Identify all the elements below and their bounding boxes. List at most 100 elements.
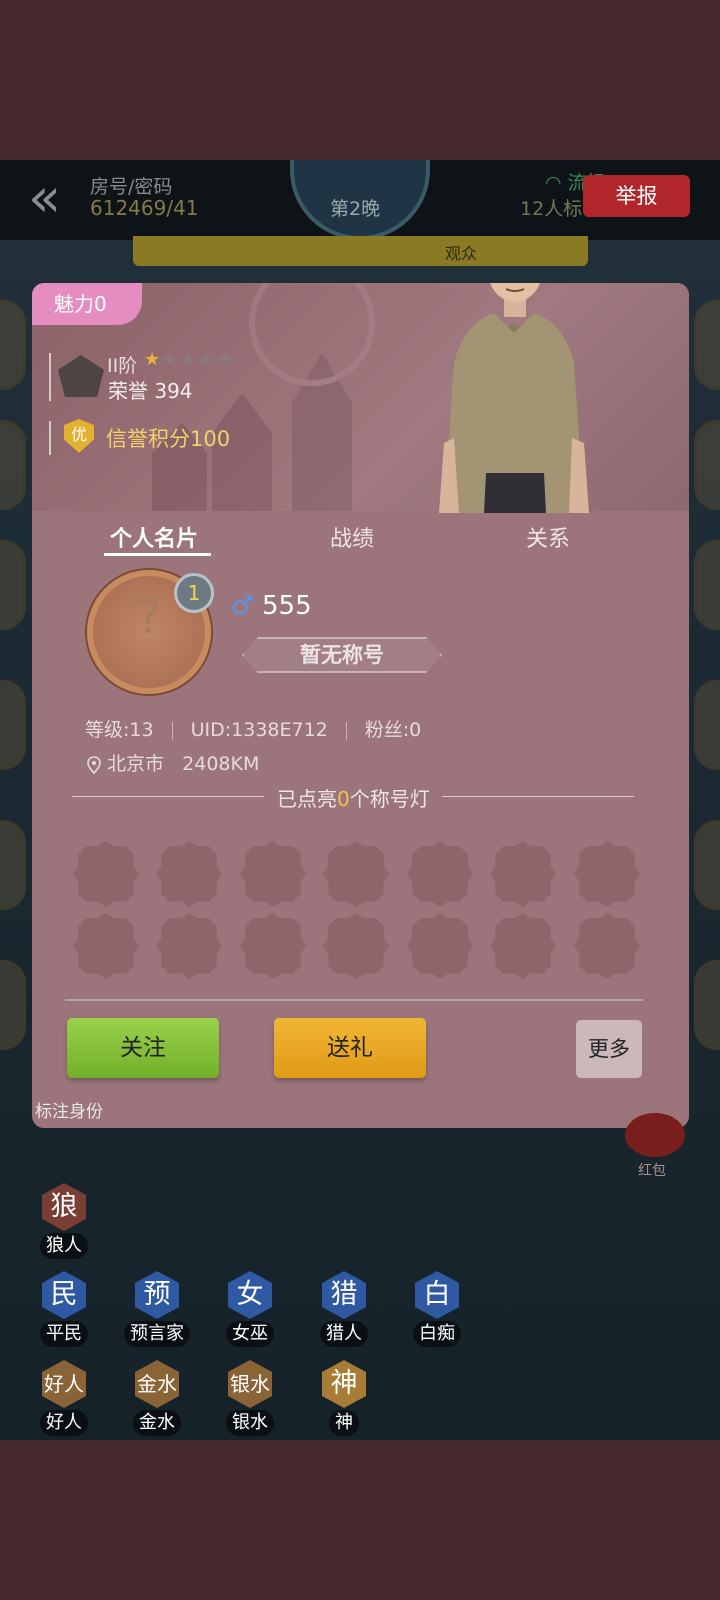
title-light-slot[interactable] xyxy=(323,841,389,907)
user-name: 555 xyxy=(262,591,312,621)
role-tag-good[interactable]: 好人 好人 xyxy=(34,1360,94,1436)
role-label: 神 xyxy=(329,1410,359,1436)
title-light-slot[interactable] xyxy=(407,913,473,979)
player-seat[interactable] xyxy=(694,300,720,390)
profile-card: 魅力0 II阶 ★★★★★ 荣誉 394 优 信誉积分100 个人名片 战绩 关… xyxy=(32,283,689,1128)
player-seat[interactable] xyxy=(694,420,720,510)
role-label: 平民 xyxy=(40,1321,88,1347)
role-tag-werewolf[interactable]: 狼 狼人 xyxy=(34,1183,94,1259)
villager-icon: 民 xyxy=(42,1271,86,1319)
credit-divider xyxy=(49,421,51,455)
player-seat[interactable] xyxy=(694,820,720,910)
role-tag-hunter[interactable]: 猎 猎人 xyxy=(314,1271,374,1347)
title-light-slot[interactable] xyxy=(73,841,139,907)
title-light-slot[interactable] xyxy=(574,841,640,907)
star-icon: ★ xyxy=(162,349,181,370)
werewolf-icon: 狼 xyxy=(42,1183,86,1231)
follow-button[interactable]: 关注 xyxy=(67,1018,219,1078)
player-seat[interactable] xyxy=(0,820,26,910)
role-tag-villager[interactable]: 民 平民 xyxy=(34,1271,94,1347)
player-seat[interactable] xyxy=(0,420,26,510)
role-label: 女巫 xyxy=(226,1321,274,1347)
room-code: 612469/41 xyxy=(90,196,199,220)
role-label: 金水 xyxy=(133,1410,181,1436)
title-light-slot[interactable] xyxy=(490,913,556,979)
male-icon: ♂ xyxy=(231,591,255,621)
star-icon: ★ xyxy=(144,349,163,370)
bottom-frame xyxy=(0,1440,720,1600)
title-light-slot[interactable] xyxy=(240,913,306,979)
charm-tag: 魅力0 xyxy=(32,283,142,325)
rank-tier: II阶 xyxy=(107,355,138,377)
user-city: 北京市 xyxy=(107,753,165,775)
spectator-banner[interactable] xyxy=(133,236,588,266)
witch-icon: 女 xyxy=(228,1271,272,1319)
good-person-icon: 好人 xyxy=(42,1360,86,1408)
level-badge: 1 xyxy=(174,573,214,613)
user-title: 暂无称号 xyxy=(242,637,442,673)
tab-personal-card[interactable]: 个人名片 xyxy=(110,521,198,553)
role-tag-witch[interactable]: 女 女巫 xyxy=(220,1271,280,1347)
gift-button[interactable]: 送礼 xyxy=(274,1018,426,1078)
role-label: 白痴 xyxy=(413,1321,461,1347)
role-label: 狼人 xyxy=(40,1233,88,1259)
report-button[interactable]: 举报 xyxy=(583,175,690,217)
location-pin-icon xyxy=(87,755,101,774)
rank-stars: ★★★★★ xyxy=(144,349,235,370)
player-seat[interactable] xyxy=(0,300,26,390)
role-tag-god[interactable]: 神 神 xyxy=(314,1360,374,1436)
divider-line xyxy=(72,796,264,797)
active-tab-indicator xyxy=(104,553,211,556)
back-icon[interactable]: « xyxy=(28,170,78,226)
user-level: 等级:13 xyxy=(85,719,154,741)
player-seat[interactable] xyxy=(694,960,720,1050)
title-light-slot[interactable] xyxy=(156,841,222,907)
title-lights-header: 已点亮0个称号灯 xyxy=(72,783,634,811)
role-label: 猎人 xyxy=(320,1321,368,1347)
divider-line xyxy=(442,796,634,797)
identity-panel-title: 标注身份 xyxy=(35,1102,103,1122)
user-location: 北京市 2408KM xyxy=(87,749,259,776)
user-distance: 2408KM xyxy=(182,753,260,775)
star-icon: ★ xyxy=(198,349,217,370)
red-packet-label: 红包 xyxy=(638,1163,666,1179)
god-icon: 神 xyxy=(322,1360,366,1408)
title-light-slot[interactable] xyxy=(490,841,556,907)
role-tag-gold-water[interactable]: 金水 金水 xyxy=(127,1360,187,1436)
user-stats: 等级:13 UID:1338E712 粉丝:0 xyxy=(85,715,421,742)
character-portrait xyxy=(439,283,589,513)
title-light-slot[interactable] xyxy=(574,913,640,979)
title-lights-text: 已点亮0个称号灯 xyxy=(277,787,430,811)
user-fans: 粉丝:0 xyxy=(364,719,422,741)
title-light-slot[interactable] xyxy=(323,913,389,979)
spectator-banner-text: 观众 xyxy=(445,244,478,263)
role-tag-silver-water[interactable]: 银水 银水 xyxy=(220,1360,280,1436)
tab-relations[interactable]: 关系 xyxy=(526,521,570,553)
tab-records[interactable]: 战绩 xyxy=(330,521,374,553)
player-seat[interactable] xyxy=(694,680,720,770)
night-label: 第2晚 xyxy=(330,198,381,220)
role-label: 银水 xyxy=(226,1410,274,1436)
idiot-icon: 白 xyxy=(415,1271,459,1319)
more-button[interactable]: 更多 xyxy=(576,1020,642,1078)
room-header: « 房号/密码 612469/41 第2晚 ◠ 流畅 12人标 举报 xyxy=(0,160,720,240)
role-label: 预言家 xyxy=(124,1321,190,1347)
player-seat[interactable] xyxy=(0,540,26,630)
action-divider xyxy=(65,999,643,1001)
player-count: 12人标 xyxy=(520,198,583,220)
hunter-icon: 猎 xyxy=(322,1271,366,1319)
role-tag-seer[interactable]: 预 预言家 xyxy=(117,1271,197,1347)
star-icon: ★ xyxy=(180,349,199,370)
player-seat[interactable] xyxy=(0,960,26,1050)
stats-separator xyxy=(345,721,347,740)
title-light-slot[interactable] xyxy=(73,913,139,979)
credit-score: 信誉积分100 xyxy=(106,427,231,451)
player-seat[interactable] xyxy=(694,540,720,630)
title-light-slot[interactable] xyxy=(407,841,473,907)
player-seat[interactable] xyxy=(0,680,26,770)
red-packet-icon[interactable] xyxy=(625,1113,685,1157)
title-light-slot[interactable] xyxy=(240,841,306,907)
stats-separator xyxy=(171,721,173,740)
role-tag-idiot[interactable]: 白 白痴 xyxy=(407,1271,467,1347)
title-light-slot[interactable] xyxy=(156,913,222,979)
